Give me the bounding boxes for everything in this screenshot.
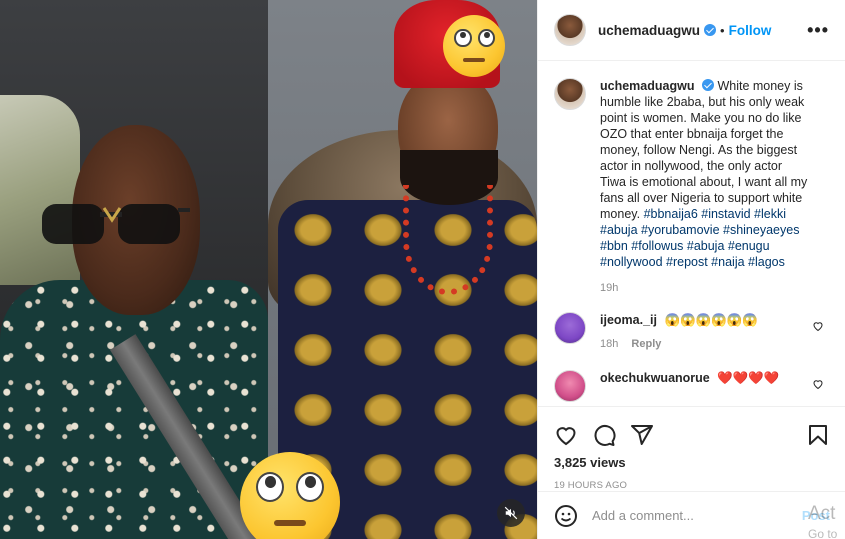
- car-window: [0, 95, 80, 285]
- heart-icon[interactable]: [554, 423, 578, 447]
- comment-text: 😱😱😱😱😱😱: [664, 313, 758, 327]
- header-username[interactable]: uchemaduagwu: [598, 23, 700, 38]
- video-left-frame: [0, 0, 268, 539]
- caption-username[interactable]: uchemaduagwu: [600, 79, 694, 93]
- comments-list[interactable]: uchemaduagwu White money is humble like …: [538, 62, 845, 406]
- eye-roll-emoji-icon: [443, 15, 505, 77]
- verified-icon: [704, 24, 717, 36]
- comment-time: 18h: [600, 338, 619, 350]
- post-panel: uchemaduagwu • Follow ••• uchemaduagwu W…: [537, 0, 845, 539]
- activate-watermark: Act: [808, 503, 836, 524]
- avatar[interactable]: [554, 14, 586, 46]
- more-icon[interactable]: •••: [807, 20, 829, 41]
- comment-meta: 18h Reply: [600, 336, 758, 352]
- comment-body: okechukwuanorue ❤️❤️❤️❤️: [600, 370, 780, 402]
- mute-button[interactable]: [497, 499, 525, 527]
- caption-body: White money is humble like 2baba, but hi…: [600, 79, 808, 221]
- heart-icon[interactable]: [812, 320, 824, 332]
- avatar[interactable]: [554, 370, 586, 402]
- caption: uchemaduagwu White money is humble like …: [554, 78, 830, 270]
- comment-item: okechukwuanorue ❤️❤️❤️❤️: [554, 370, 830, 402]
- comment-body: ijeoma._ij 😱😱😱😱😱😱 18h Reply: [600, 312, 758, 352]
- comment-input[interactable]: [592, 508, 772, 523]
- caption-text: uchemaduagwu White money is humble like …: [600, 78, 810, 270]
- activate-watermark-sub: Go to: [808, 527, 838, 539]
- mute-icon: [504, 506, 518, 520]
- view-count[interactable]: 3,825 views: [554, 455, 830, 470]
- reply-button[interactable]: Reply: [631, 338, 661, 350]
- share-icon[interactable]: [630, 423, 654, 447]
- emoji-icon[interactable]: [554, 504, 578, 528]
- post-video[interactable]: [0, 0, 537, 539]
- comment-username[interactable]: ijeoma._ij: [600, 313, 657, 327]
- verified-icon: [701, 79, 714, 91]
- avatar[interactable]: [554, 78, 586, 110]
- follow-button[interactable]: Follow: [729, 23, 772, 38]
- save-icon[interactable]: [806, 423, 830, 447]
- posted-time[interactable]: 19 HOURS AGO: [554, 480, 830, 491]
- comment-username[interactable]: okechukwuanorue: [600, 371, 710, 385]
- comment-composer: Post: [538, 491, 845, 539]
- heart-icon[interactable]: [812, 378, 824, 390]
- comment-text: ❤️❤️❤️❤️: [717, 371, 780, 385]
- coral-beads: [403, 185, 493, 295]
- post-actions: 3,825 views 19 HOURS AGO: [538, 406, 845, 491]
- sunglasses: [42, 204, 190, 244]
- comment-item: ijeoma._ij 😱😱😱😱😱😱 18h Reply: [554, 312, 830, 352]
- comment-icon[interactable]: [592, 423, 616, 447]
- action-icons: [554, 415, 830, 455]
- post-header: uchemaduagwu • Follow •••: [538, 0, 845, 61]
- caption-time: 19h: [600, 282, 619, 294]
- separator-dot: •: [720, 22, 725, 38]
- avatar[interactable]: [554, 312, 586, 344]
